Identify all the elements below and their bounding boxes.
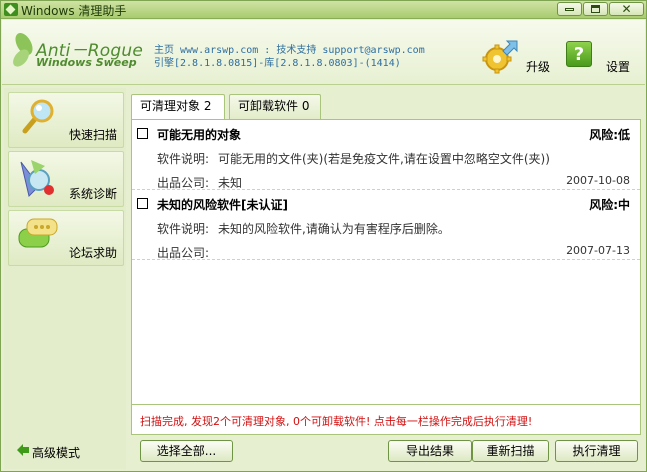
select-all-button[interactable]: 选择全部... xyxy=(140,440,233,462)
upgrade-label[interactable]: 升级 xyxy=(526,58,550,75)
item-date: 2007-07-13 xyxy=(566,244,630,257)
settings-icon[interactable]: ? xyxy=(566,41,592,67)
window-title: Windows 清理助手 xyxy=(21,4,127,18)
magnifier-icon xyxy=(22,99,54,134)
engine-version: 引擎[2.8.1.8.0815]-库[2.8.1.8.0803]-(1414) xyxy=(154,58,401,69)
tab-uninstallable-software[interactable]: 可卸载软件 0 xyxy=(229,94,321,119)
company-label: 出品公司: xyxy=(157,246,210,260)
risk-level: 风险:低 xyxy=(589,128,630,142)
desc-label: 软件说明: xyxy=(157,152,210,166)
settings-label[interactable]: 设置 xyxy=(606,58,630,75)
header: Anti－Rogue Windows Sweep 主页 www.arswp.co… xyxy=(2,20,645,85)
sidebar-item-forum-help[interactable]: 论坛求助 xyxy=(8,210,124,266)
app-icon xyxy=(4,3,18,16)
minimize-button[interactable] xyxy=(557,2,582,16)
diagnose-icon xyxy=(20,160,54,197)
item-name: 可能无用的对象 xyxy=(157,128,242,142)
sidebar: 快速扫描 系统诊断 论坛求助 高级模式 xyxy=(4,88,126,469)
company-value: 未知 xyxy=(218,176,243,190)
app-window: Windows 清理助手 ✕ Anti－Rogue Windows Sweep … xyxy=(0,0,647,472)
sidebar-item-system-diagnose[interactable]: 系统诊断 xyxy=(8,151,124,207)
maximize-button[interactable] xyxy=(583,2,608,16)
advanced-mode-link[interactable]: 高级模式 xyxy=(32,444,80,461)
logo-subtitle: Windows Sweep xyxy=(36,56,137,69)
desc-label: 软件说明: xyxy=(157,222,210,236)
status-message: 扫描完成, 发现2个可清理对象, 0个可卸载软件! 点击每一栏操作完成后执行清理… xyxy=(140,415,533,428)
company-label: 出品公司: xyxy=(157,176,210,190)
item-checkbox[interactable] xyxy=(137,198,148,209)
chat-bubble-icon xyxy=(18,218,58,248)
back-arrow-icon[interactable] xyxy=(16,443,30,457)
list-item: 未知的风险软件[未认证] 风险:中 软件说明: 未知的风险软件,请确认为有害程序… xyxy=(132,190,640,260)
tab-cleanable-objects[interactable]: 可清理对象 2 xyxy=(131,94,225,120)
list-item: 可能无用的对象 风险:低 软件说明: 可能无用的文件(夹)(若是免疫文件,请在设… xyxy=(132,120,640,190)
upgrade-gear-icon[interactable] xyxy=(481,37,521,75)
close-icon: ✕ xyxy=(621,2,632,16)
maximize-icon xyxy=(591,5,600,13)
results-list: 可能无用的对象 风险:低 软件说明: 可能无用的文件(夹)(若是免疫文件,请在设… xyxy=(131,119,641,405)
risk-level: 风险:中 xyxy=(589,198,630,212)
desc-value: 可能无用的文件(夹)(若是免疫文件,请在设置中忽略空文件(夹)) xyxy=(218,152,550,166)
status-area: 扫描完成, 发现2个可清理对象, 0个可卸载软件! 点击每一栏操作完成后执行清理… xyxy=(131,405,641,435)
execute-clean-button[interactable]: 执行清理 xyxy=(555,440,638,462)
item-date: 2007-10-08 xyxy=(566,174,630,187)
sidebar-item-label: 系统诊断 xyxy=(69,187,118,201)
sidebar-item-label: 论坛求助 xyxy=(69,246,118,260)
item-name: 未知的风险软件[未认证] xyxy=(157,198,288,212)
close-button[interactable]: ✕ xyxy=(609,2,644,16)
title-bar[interactable]: Windows 清理助手 ✕ xyxy=(1,1,646,19)
desc-value: 未知的风险软件,请确认为有害程序后删除。 xyxy=(218,222,450,236)
sidebar-item-quick-scan[interactable]: 快速扫描 xyxy=(8,92,124,148)
rescan-button[interactable]: 重新扫描 xyxy=(472,440,549,462)
sidebar-item-label: 快速扫描 xyxy=(69,128,118,142)
item-checkbox[interactable] xyxy=(137,128,148,139)
minimize-icon xyxy=(565,8,574,11)
export-results-button[interactable]: 导出结果 xyxy=(388,440,472,462)
